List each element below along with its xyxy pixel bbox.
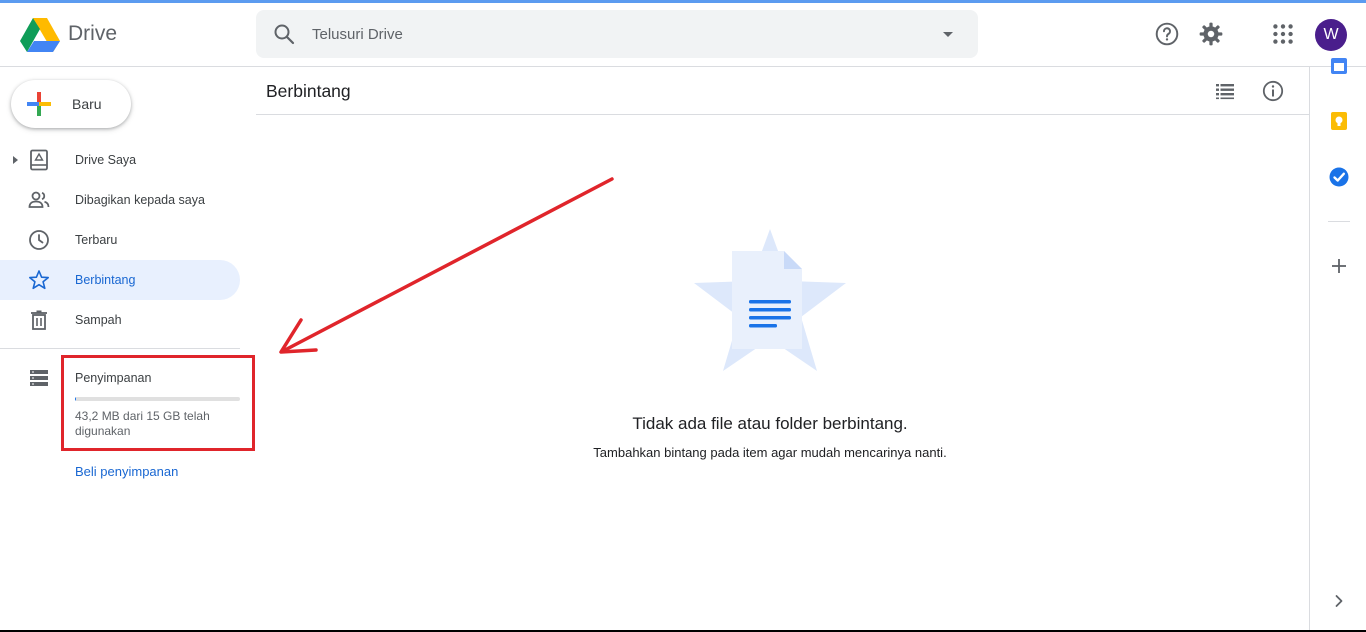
trash-icon: [31, 310, 47, 330]
storage-progress-fill: [75, 397, 76, 401]
add-addon-plus-icon[interactable]: [1328, 255, 1350, 277]
expand-side-panel-chevron-icon[interactable]: [1328, 590, 1350, 612]
sidebar-item-shared[interactable]: Dibagikan kepada saya: [0, 180, 240, 220]
sidebar-item-label: Berbintang: [75, 273, 136, 287]
sidebar-item-label: Sampah: [75, 313, 122, 327]
sidebar-item-label: Terbaru: [75, 233, 118, 247]
clock-icon: [29, 230, 49, 250]
sidebar-item-recent[interactable]: Terbaru: [0, 220, 240, 260]
app-title: Drive: [68, 22, 118, 45]
my-drive-icon: [30, 149, 48, 171]
account-avatar[interactable]: W: [1315, 19, 1347, 51]
star-icon: [28, 270, 50, 290]
empty-starred-illustration-icon: [694, 229, 846, 371]
empty-state-title: Tidak ada file atau folder berbintang.: [632, 414, 908, 433]
sidebar-divider: [0, 348, 240, 349]
new-button-label: Baru: [72, 96, 102, 112]
keep-icon[interactable]: [1328, 110, 1350, 132]
shared-people-icon: [28, 191, 50, 208]
expand-arrow-icon[interactable]: [9, 154, 21, 166]
settings-gear-icon[interactable]: [1198, 21, 1224, 47]
side-panel: [1309, 58, 1366, 632]
drive-logo-icon[interactable]: [20, 17, 60, 53]
main-header-divider: [256, 114, 1309, 115]
sidebar-item-label: Dibagikan kepada saya: [75, 193, 205, 207]
header: Drive Telusuri Drive W: [0, 3, 1366, 67]
search-input[interactable]: [312, 10, 912, 58]
storage-usage-text: 43,2 MB dari 15 GB telah digunakan: [75, 409, 210, 438]
storage-title: Penyimpanan: [75, 371, 152, 385]
storage-progress-bar: [75, 397, 240, 401]
sidebar-item-label: Drive Saya: [75, 153, 137, 167]
search-options-dropdown-icon[interactable]: [936, 22, 960, 46]
new-button[interactable]: Baru: [11, 80, 131, 128]
sidebar-item-starred[interactable]: Berbintang: [0, 260, 240, 300]
page-title: Berbintang: [266, 81, 351, 101]
apps-grid-icon[interactable]: [1270, 21, 1296, 47]
search-bar[interactable]: [256, 10, 978, 58]
empty-state-subtitle: Tambahkan bintang pada item agar mudah m…: [593, 445, 947, 460]
list-view-icon[interactable]: [1213, 79, 1237, 103]
calendar-icon[interactable]: [1328, 55, 1350, 77]
sidebar-item-trash[interactable]: Sampah: [0, 300, 240, 340]
buy-storage-link[interactable]: Beli penyimpanan: [75, 464, 178, 479]
tasks-icon[interactable]: [1328, 166, 1350, 188]
sidebar-item-my-drive[interactable]: Drive Saya: [0, 140, 240, 180]
storage-icon: [30, 370, 48, 386]
help-icon[interactable]: [1154, 21, 1180, 47]
info-icon[interactable]: [1261, 79, 1285, 103]
colorful-plus-icon: [27, 92, 51, 116]
side-panel-divider: [1328, 221, 1350, 222]
search-icon[interactable]: [272, 22, 296, 46]
